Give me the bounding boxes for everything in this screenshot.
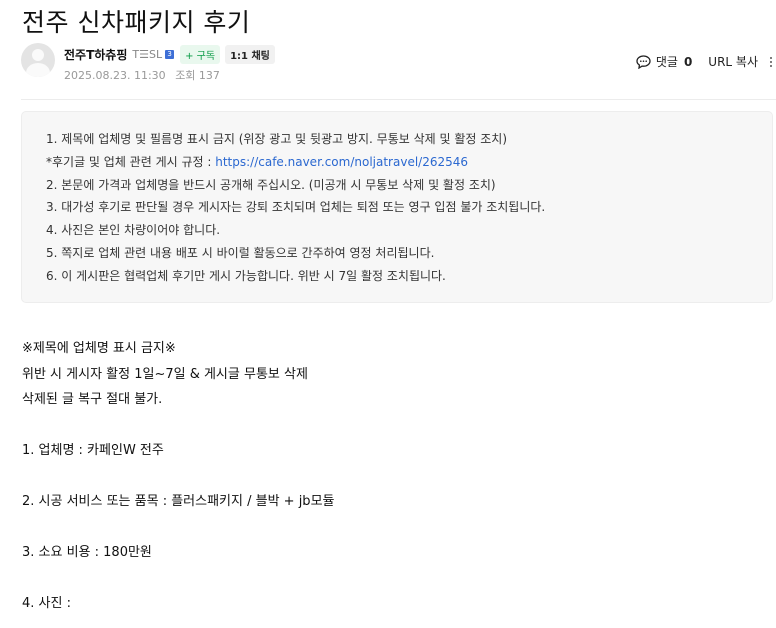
comment-bubble-icon: [636, 54, 651, 69]
item-cost: 3. 소요 비용 : 180만원: [22, 545, 152, 560]
notice-rules-link[interactable]: https://cafe.naver.com/noljatravel/26254…: [215, 155, 468, 169]
post-meta: 2025.08.23. 11:30 조회 137: [64, 67, 226, 83]
post-actions: 댓글 0 URL 복사: [636, 53, 772, 70]
author-line: 전주T하츄핑 T☰SL 3 + 구독 1:1 채팅: [64, 45, 275, 64]
url-copy-button[interactable]: URL 복사: [708, 53, 758, 70]
notice-line-2-prefix: *후기글 및 업체 관련 게시 규정 :: [46, 154, 216, 169]
warning-title: ※제목에 업체명 표시 금지※: [22, 341, 176, 356]
notice-line-6: 5. 쪽지로 업체 관련 내용 배포 시 바이럴 활동으로 간주하여 영정 처리…: [46, 245, 435, 260]
notice-line-4: 3. 대가성 후기로 판단될 경우 게시자는 강퇴 조치되며 업체는 퇴점 또는…: [46, 200, 546, 215]
post-date: 2025.08.23. 11:30: [64, 69, 166, 82]
warning-line-2: 위반 시 게시자 활정 1일~7일 & 게시글 무통보 삭제: [22, 366, 308, 382]
subscribe-button[interactable]: + 구독: [180, 45, 221, 64]
post-body: ※제목에 업체명 표시 금지※ 위반 시 게시자 활정 1일~7일 & 게시글 …: [22, 336, 334, 617]
avatar-head-shape: [32, 49, 44, 61]
avatar-body-shape: [26, 63, 50, 77]
chat-button[interactable]: 1:1 채팅: [225, 45, 275, 64]
level-badge-icon: 3: [165, 50, 175, 59]
header-divider: [21, 99, 776, 100]
notice-line-7: 6. 이 게시판은 협력업체 후기만 게시 가능합니다. 위반 시 7일 활정 …: [46, 268, 446, 283]
comment-button[interactable]: 댓글 0: [636, 53, 692, 70]
notice-box: 1. 제목에 업체명 및 필름명 표시 금지 (위장 광고 및 뒷광고 방지. …: [21, 111, 773, 303]
warning-line-3: 삭제된 글 복구 절대 불가.: [22, 392, 163, 407]
author-level: T☰SL: [132, 48, 163, 61]
notice-line-3: 2. 본문에 가격과 업체명을 반드시 공개해 주십시오. (미공개 시 무통보…: [46, 177, 496, 192]
more-options-icon[interactable]: [770, 56, 772, 67]
post-title: 전주 신차패키지 후기: [22, 8, 251, 37]
item-company: 1. 업체명 : 카페인W 전주: [22, 443, 164, 458]
notice-line-2: *후기글 및 업체 관련 게시 규정 : https://cafe.naver.…: [46, 151, 772, 174]
item-photos: 4. 사진 :: [22, 596, 71, 611]
comment-count: 0: [683, 54, 693, 69]
notice-line-5: 4. 사진은 본인 차량이어야 합니다.: [46, 223, 221, 238]
author-name[interactable]: 전주T하츄핑: [64, 46, 127, 63]
author-avatar[interactable]: [21, 43, 55, 77]
comment-label: 댓글: [655, 55, 678, 69]
notice-line-1: 1. 제목에 업체명 및 필름명 표시 금지 (위장 광고 및 뒷광고 방지. …: [46, 132, 508, 146]
item-service: 2. 시공 서비스 또는 품목 : 플러스패키지 / 블박 + jb모듈: [22, 494, 335, 509]
post-views: 조회 137: [175, 69, 220, 82]
